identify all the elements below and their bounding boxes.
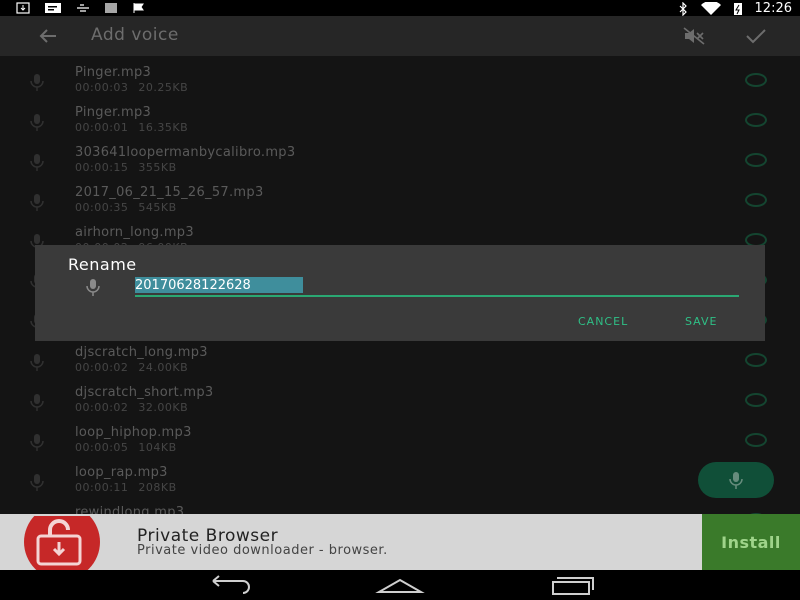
volume-off-icon[interactable] (680, 24, 708, 48)
home-nav-icon[interactable] (375, 574, 425, 596)
message-icon (45, 3, 61, 13)
ad-subtitle: Private video downloader - browser. (137, 543, 388, 558)
ad-banner[interactable]: Private Browser Private video downloader… (0, 514, 800, 572)
mic-icon (86, 279, 100, 296)
install-button[interactable]: Install (702, 514, 800, 570)
status-bar: 12:26 (0, 0, 800, 16)
save-button[interactable]: SAVE (685, 315, 717, 328)
rename-input[interactable] (135, 275, 735, 295)
dialog-title: Rename (68, 255, 137, 274)
back-nav-icon[interactable] (203, 574, 253, 596)
rename-dialog: Rename CANCEL SAVE (35, 245, 765, 341)
arrow-back-icon[interactable] (34, 24, 62, 48)
status-time: 12:26 (754, 1, 792, 16)
usb-icon (77, 4, 89, 12)
bluetooth-icon (679, 1, 687, 16)
wifi-icon (700, 1, 721, 15)
check-icon[interactable] (742, 24, 770, 48)
notification-icons (16, 2, 146, 14)
page-title: Add voice (91, 25, 179, 45)
app-bar: Add voice (0, 16, 800, 56)
system-icons: 12:26 (677, 1, 792, 16)
barcode-icon (105, 3, 117, 13)
rename-field[interactable] (135, 275, 739, 297)
recents-nav-icon[interactable] (547, 574, 597, 596)
flag-icon (133, 3, 144, 13)
cancel-button[interactable]: CANCEL (578, 315, 628, 328)
navigation-bar (0, 570, 800, 600)
lock-download-icon (24, 516, 100, 572)
download-icon (16, 2, 30, 14)
battery-charging-icon (733, 2, 742, 15)
